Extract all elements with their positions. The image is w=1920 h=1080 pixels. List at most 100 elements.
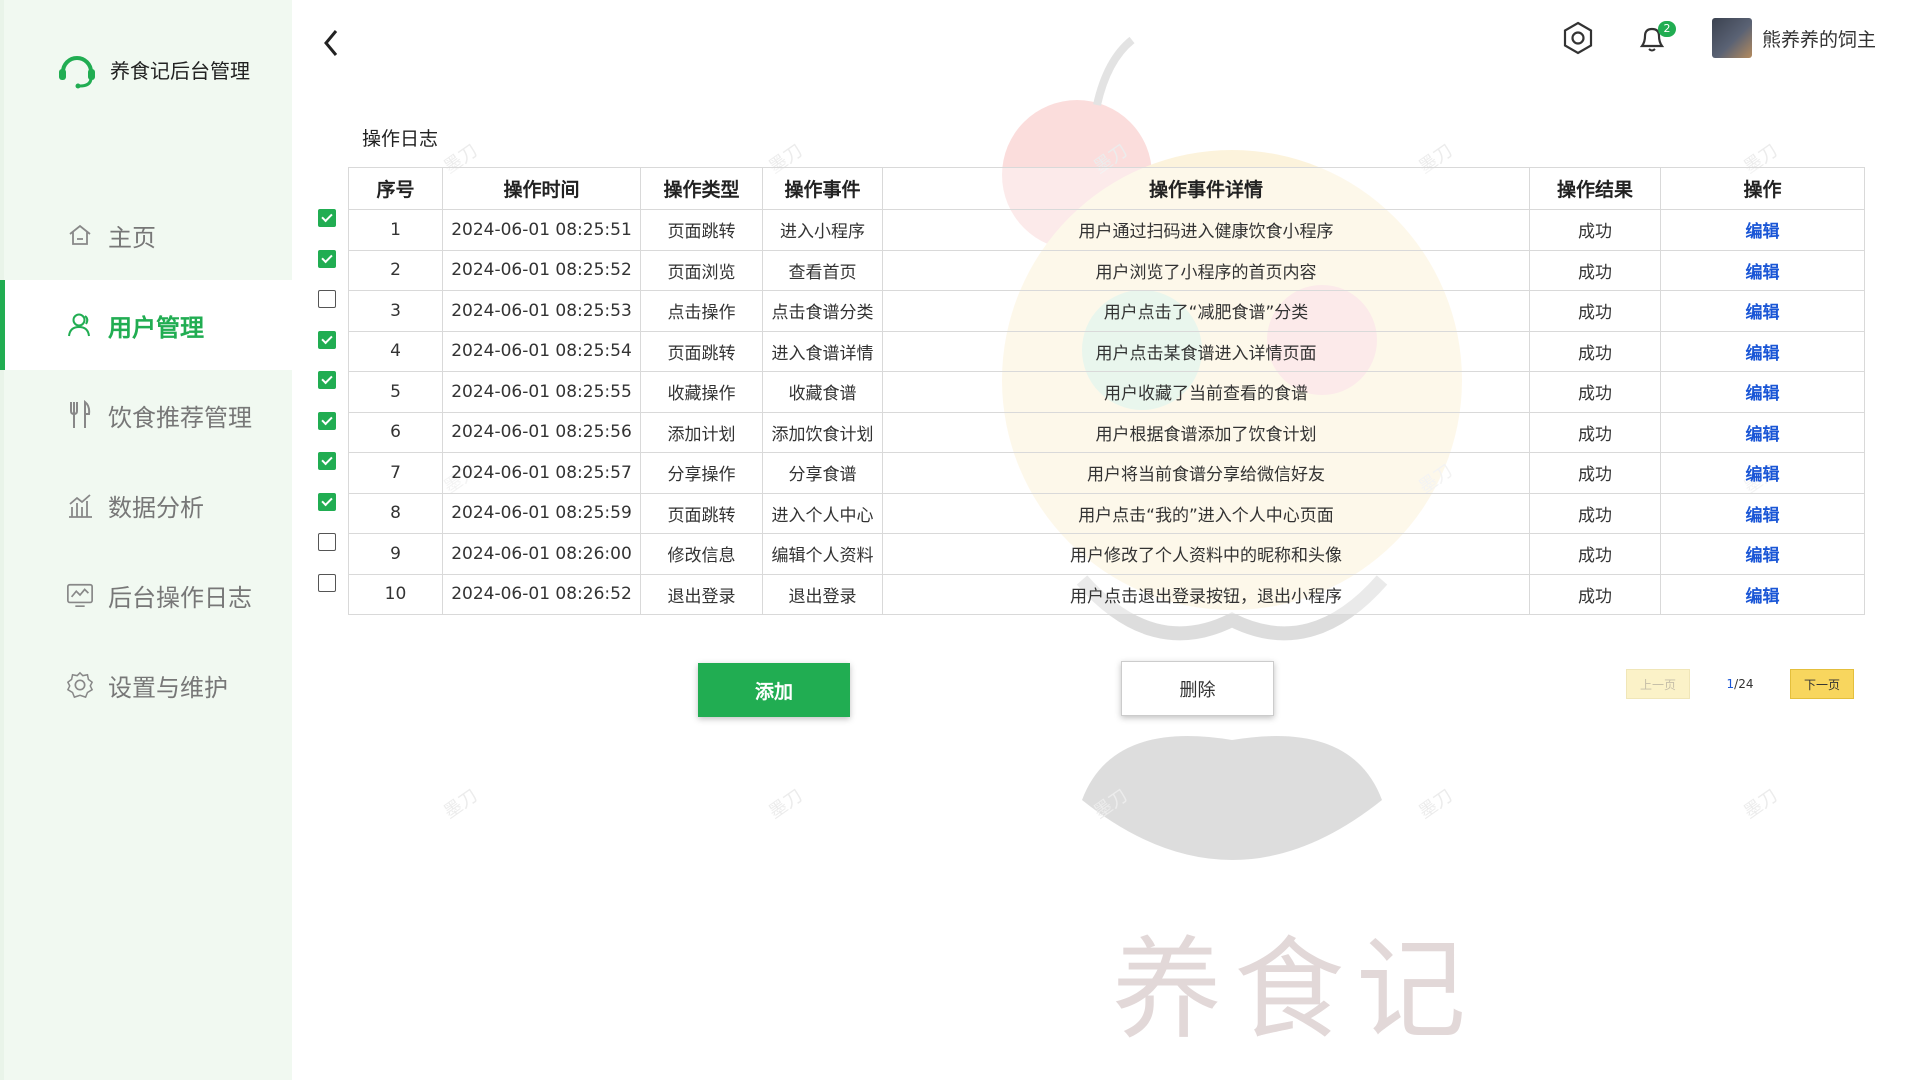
watermark-text: 墨刀 xyxy=(765,785,807,824)
cell-type: 添加计划 xyxy=(640,411,763,453)
sidebar-item-label: 数据分析 xyxy=(108,493,204,522)
cell-event: 添加饮食计划 xyxy=(762,411,883,453)
cell-time: 2024-06-01 08:25:56 xyxy=(442,411,641,453)
sidebar-item-users[interactable]: 用户管理 xyxy=(0,280,296,370)
column-header-detail: 操作事件详情 xyxy=(882,167,1530,210)
edit-link[interactable]: 编辑 xyxy=(1660,492,1865,534)
cell-detail: 用户点击“我的”进入个人中心页面 xyxy=(882,492,1530,534)
cell-index: 5 xyxy=(348,371,443,413)
watermark-text: 墨刀 xyxy=(440,785,482,824)
add-button[interactable]: 添加 xyxy=(698,663,850,717)
sidebar-item-home[interactable]: 主页 xyxy=(4,190,296,280)
next-page-button[interactable]: 下一页 xyxy=(1790,669,1854,699)
edit-link[interactable]: 编辑 xyxy=(1660,411,1865,453)
watermark-text: 墨刀 xyxy=(1740,785,1782,824)
cell-type: 点击操作 xyxy=(640,290,763,332)
row-checkbox[interactable] xyxy=(318,330,336,349)
row-checkbox[interactable] xyxy=(318,533,336,551)
watermark-text: 墨刀 xyxy=(1090,785,1132,824)
cell-type: 修改信息 xyxy=(640,533,763,575)
edit-link[interactable]: 编辑 xyxy=(1660,209,1865,251)
cell-event: 查看首页 xyxy=(762,249,883,291)
brand[interactable]: 养食记后台管理 xyxy=(56,48,250,90)
cell-detail: 用户修改了个人资料中的昵称和头像 xyxy=(882,533,1530,575)
cell-result: 成功 xyxy=(1529,411,1661,453)
row-checkbox[interactable] xyxy=(318,492,336,511)
cell-index: 7 xyxy=(348,452,443,494)
cell-type: 页面跳转 xyxy=(640,492,763,534)
row-checkbox[interactable] xyxy=(318,452,336,470)
fork-knife-icon xyxy=(66,400,94,429)
table-row: 10 2024-06-01 08:26:52 退出登录 退出登录 用户点击退出登录按钮，… xyxy=(348,573,1865,615)
column-header-event: 操作事件 xyxy=(762,167,883,210)
table-row: 7 2024-06-01 08:25:57 分享操作 分享食谱 用户将当前食谱分享给微信… xyxy=(348,452,1865,494)
column-header-index: 序号 xyxy=(348,167,443,210)
cell-detail: 用户点击了“减肥食谱”分类 xyxy=(882,290,1530,332)
sidebar-item-diet-recommend[interactable]: 饮食推荐管理 xyxy=(4,370,296,460)
edit-link[interactable]: 编辑 xyxy=(1660,371,1865,413)
cell-result: 成功 xyxy=(1529,209,1661,251)
delete-button[interactable]: 删除 xyxy=(1121,661,1274,716)
cell-index: 1 xyxy=(348,209,443,251)
home-icon xyxy=(66,221,94,249)
back-button[interactable] xyxy=(316,26,346,60)
edit-link[interactable]: 编辑 xyxy=(1660,573,1865,615)
cell-result: 成功 xyxy=(1529,573,1661,615)
cell-index: 3 xyxy=(348,290,443,332)
total-pages: /24 xyxy=(1734,677,1754,691)
cell-index: 9 xyxy=(348,533,443,575)
cell-index: 8 xyxy=(348,492,443,534)
cell-event: 进入小程序 xyxy=(762,209,883,251)
notification-button[interactable]: 2 xyxy=(1632,18,1676,58)
cell-event: 编辑个人资料 xyxy=(762,533,883,575)
column-header-time: 操作时间 xyxy=(442,167,641,210)
prev-page-button[interactable]: 上一页 xyxy=(1626,669,1690,699)
chevron-left-icon xyxy=(324,30,338,56)
watermark-text: 墨刀 xyxy=(1415,785,1457,824)
cell-detail: 用户通过扫码进入健康饮食小程序 xyxy=(882,209,1530,251)
edit-link[interactable]: 编辑 xyxy=(1660,249,1865,291)
table-row: 6 2024-06-01 08:25:56 添加计划 添加饮食计划 用户根据食谱添加了饮… xyxy=(348,411,1865,453)
pagination: 上一页 1/24 下一页 xyxy=(1626,669,1854,699)
edit-link[interactable]: 编辑 xyxy=(1660,290,1865,332)
cell-type: 页面跳转 xyxy=(640,330,763,372)
cell-type: 收藏操作 xyxy=(640,371,763,413)
cell-index: 2 xyxy=(348,249,443,291)
row-checkbox[interactable] xyxy=(318,411,336,430)
cell-result: 成功 xyxy=(1529,452,1661,494)
cell-event: 分享食谱 xyxy=(762,452,883,494)
header-toolbar: 2 熊养养的饲主 xyxy=(1558,18,1876,58)
table-row: 8 2024-06-01 08:25:59 页面跳转 进入个人中心 用户点击“我的”进入… xyxy=(348,492,1865,534)
cell-index: 6 xyxy=(348,411,443,453)
sidebar: 养食记后台管理 主页 用户管理 饮食推荐管理 数据分析 后台操作日志 设置与维护 xyxy=(0,0,296,1080)
cell-time: 2024-06-01 08:25:51 xyxy=(442,209,641,251)
settings-icon xyxy=(66,671,94,699)
sidebar-item-operation-log[interactable]: 后台操作日志 xyxy=(4,550,296,640)
settings-hex-button[interactable] xyxy=(1558,18,1598,58)
row-checkbox[interactable] xyxy=(318,573,336,592)
sidebar-item-data-analysis[interactable]: 数据分析 xyxy=(4,460,296,550)
cell-time: 2024-06-01 08:25:54 xyxy=(442,330,641,372)
user-name[interactable]: 熊养养的饲主 xyxy=(1762,25,1876,52)
cell-time: 2024-06-01 08:25:57 xyxy=(442,452,641,494)
page-title: 操作日志 xyxy=(362,128,439,150)
cell-event: 退出登录 xyxy=(762,573,883,615)
row-checkbox[interactable] xyxy=(318,371,336,389)
headset-logo-icon xyxy=(59,56,95,89)
monitor-log-icon xyxy=(66,581,94,609)
edit-link[interactable]: 编辑 xyxy=(1660,452,1865,494)
sidebar-item-settings[interactable]: 设置与维护 xyxy=(4,640,296,730)
chart-icon xyxy=(66,491,94,519)
cell-type: 页面跳转 xyxy=(640,209,763,251)
cell-index: 10 xyxy=(348,573,443,615)
edit-link[interactable]: 编辑 xyxy=(1660,533,1865,575)
avatar[interactable] xyxy=(1711,18,1752,58)
edit-link[interactable]: 编辑 xyxy=(1660,330,1865,372)
row-checkbox[interactable] xyxy=(318,290,336,308)
row-checkbox[interactable] xyxy=(318,249,336,268)
cell-time: 2024-06-01 08:25:53 xyxy=(442,290,641,332)
cell-result: 成功 xyxy=(1529,492,1661,534)
table-row: 2 2024-06-01 08:25:52 页面浏览 查看首页 用户浏览了小程序的首页内… xyxy=(348,249,1865,291)
row-checkbox[interactable] xyxy=(318,209,336,227)
column-header-action: 操作 xyxy=(1660,167,1865,210)
